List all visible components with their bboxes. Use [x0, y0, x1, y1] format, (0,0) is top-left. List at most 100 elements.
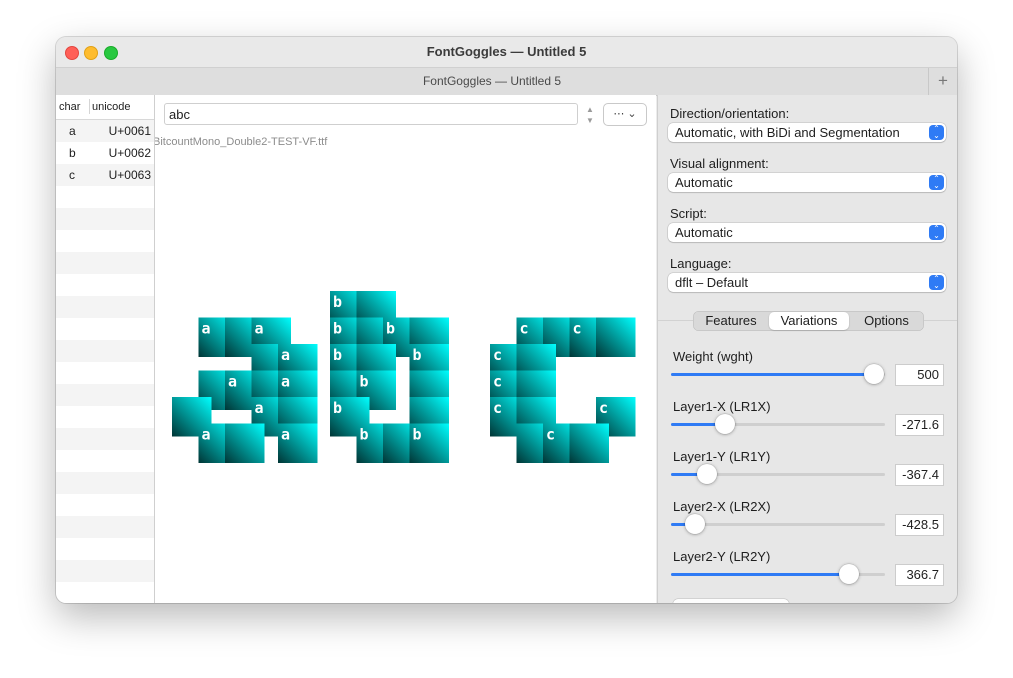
axis-value-field[interactable]: 366.7	[895, 564, 944, 586]
empty-row	[56, 494, 154, 516]
column-header-unicode[interactable]: unicode	[92, 101, 131, 113]
glyph-tile-letter: a	[281, 426, 290, 444]
alignment-select[interactable]: Automatic ⌃ ⌄	[668, 173, 946, 192]
table-row[interactable]: b U+0062	[56, 142, 154, 164]
glyph-tile-letter: a	[281, 373, 290, 391]
empty-row	[56, 208, 154, 230]
table-row[interactable]: c U+0063	[56, 164, 154, 186]
slider-fill	[671, 373, 875, 376]
empty-row	[56, 186, 154, 208]
language-select[interactable]: dflt – Default ⌃ ⌄	[668, 273, 946, 292]
tab-variations[interactable]: Variations	[769, 312, 849, 330]
tab-bar: FontGoggles — Untitled 5 +	[56, 67, 957, 96]
app-window: FontGoggles — Untitled 5 FontGoggles — U…	[56, 37, 957, 603]
minimize-window-button[interactable]	[84, 46, 98, 60]
tab-options[interactable]: Options	[851, 312, 922, 330]
document-tab[interactable]: FontGoggles — Untitled 5	[56, 68, 928, 95]
add-tab-button[interactable]: +	[928, 68, 957, 95]
axis-value-field[interactable]: 500	[895, 364, 944, 386]
glyph-tile-letter: b	[413, 346, 422, 364]
axis-slider[interactable]	[671, 564, 885, 584]
slider-knob[interactable]	[864, 364, 885, 384]
empty-row	[56, 274, 154, 296]
preview-area[interactable]: aaaaaaaabbbbbbbbbccccccc ▲ ▼ ⋯ ⌄ Bitcoun…	[155, 95, 656, 603]
direction-select[interactable]: Automatic, with BiDi and Segmentation ⌃ ⌄	[668, 123, 946, 142]
empty-rows	[56, 186, 154, 603]
column-header-char[interactable]: char	[59, 101, 80, 113]
character-rows: a U+0061 b U+0062 c U+0063	[56, 120, 154, 186]
axis-label: Layer2-X (LR2X)	[673, 499, 771, 514]
axis-slider[interactable]	[671, 414, 885, 434]
preview-text-input[interactable]	[164, 103, 578, 125]
empty-row	[56, 384, 154, 406]
glyph-tile-letter: a	[281, 346, 290, 364]
slider-knob[interactable]	[697, 464, 718, 484]
alignment-value: Automatic	[675, 175, 733, 190]
empty-row	[56, 538, 154, 560]
empty-row	[56, 296, 154, 318]
unicode-cell: U+0063	[108, 168, 151, 182]
axis-label: Weight (wght)	[673, 349, 753, 364]
glyph-tile-letter: b	[386, 320, 395, 338]
glyph-tile-letter: c	[546, 426, 555, 444]
more-options-button[interactable]: ⋯ ⌄	[603, 103, 647, 126]
glyph-tile-letter: b	[333, 399, 342, 417]
direction-label: Direction/orientation:	[670, 106, 790, 121]
empty-row	[56, 362, 154, 384]
settings-panel: Direction/orientation: Automatic, with B…	[657, 95, 957, 603]
slider-knob[interactable]	[714, 414, 735, 434]
close-window-button[interactable]	[65, 46, 79, 60]
empty-row	[56, 472, 154, 494]
chevron-up-down-icon: ⌃ ⌄	[929, 125, 944, 140]
chevron-up-down-icon: ⌃ ⌄	[929, 275, 944, 290]
language-label: Language:	[670, 256, 732, 271]
glyph-tile-letter: c	[493, 373, 502, 391]
script-select[interactable]: Automatic ⌃ ⌄	[668, 223, 946, 242]
glyph-tile-letter: a	[202, 320, 211, 338]
script-label: Script:	[670, 206, 707, 221]
chevron-down-icon[interactable]: ▼	[583, 115, 597, 126]
axis-slider[interactable]	[671, 514, 885, 534]
glyph-tile-letter: b	[333, 320, 342, 338]
slider-knob[interactable]	[838, 564, 859, 584]
glyph-tile-letter: b	[360, 373, 369, 391]
glyph-tile-letter: b	[360, 426, 369, 444]
alignment-label: Visual alignment:	[670, 156, 769, 171]
empty-row	[56, 252, 154, 274]
table-row[interactable]: a U+0061	[56, 120, 154, 142]
chevron-up-down-icon: ⌃ ⌄	[929, 175, 944, 190]
character-list[interactable]: char unicode a U+0061 b U+0062 c U+0063	[56, 95, 155, 603]
unicode-cell: U+0061	[108, 124, 151, 138]
character-list-header: char unicode	[56, 95, 154, 120]
axis-slider[interactable]	[671, 464, 885, 484]
axis-value-field[interactable]: -271.6	[895, 414, 944, 436]
axis-value-field[interactable]: -367.4	[895, 464, 944, 486]
glyph-preview: a aaa aaa abb bb bbbb bc cccc cc	[172, 291, 636, 463]
font-file-name[interactable]: BitcountMono_Double2-TEST-VF.ttf	[155, 136, 327, 148]
slider-fill	[671, 573, 849, 576]
text-stepper[interactable]: ▲ ▼	[583, 104, 597, 126]
empty-row	[56, 516, 154, 538]
axis-label: Layer2-Y (LR2Y)	[673, 549, 771, 564]
empty-row	[56, 230, 154, 252]
empty-row	[56, 318, 154, 340]
glyph-tile-letter: c	[493, 346, 502, 364]
panel-tabs: Features Variations Options	[693, 311, 924, 331]
axis-value-field[interactable]: -428.5	[895, 514, 944, 536]
chevron-up-icon[interactable]: ▲	[583, 104, 597, 115]
empty-row	[56, 450, 154, 472]
empty-row	[56, 340, 154, 362]
tab-features[interactable]: Features	[695, 312, 767, 330]
language-value: dflt – Default	[675, 275, 748, 290]
axis-slider[interactable]	[671, 364, 885, 384]
empty-row	[56, 582, 154, 603]
zoom-window-button[interactable]	[104, 46, 118, 60]
glyph-tile-letter: c	[573, 320, 582, 338]
reset-button[interactable]	[673, 599, 789, 603]
glyph-tile	[225, 423, 265, 463]
glyph-tile-letter: b	[413, 426, 422, 444]
axis-label: Layer1-X (LR1X)	[673, 399, 771, 414]
glyph-tile-letter: a	[202, 426, 211, 444]
slider-knob[interactable]	[684, 514, 705, 534]
glyph-tile-letter: a	[228, 373, 237, 391]
